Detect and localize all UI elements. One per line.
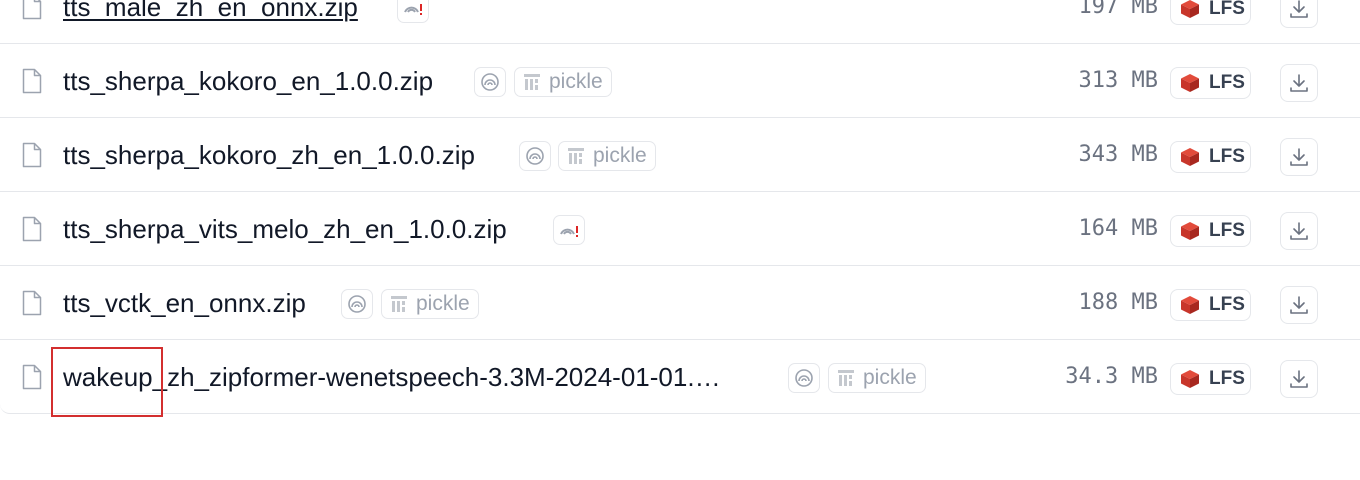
download-button[interactable] — [1280, 138, 1318, 176]
security-scan-icon — [526, 147, 544, 165]
lfs-badge: LFS — [1170, 67, 1251, 99]
pickle-badge[interactable]: pickle — [381, 289, 479, 319]
security-scan-icon — [481, 73, 499, 91]
file-icon — [22, 364, 42, 390]
download-button[interactable] — [1280, 360, 1318, 398]
file-row: tts_sherpa_kokoro_en_1.0.0.zip pickle 31… — [0, 44, 1360, 118]
file-size: 197 MB — [1078, 0, 1158, 19]
pickle-label: pickle — [549, 70, 603, 93]
file-row: tts_male_zh_en_onnx.zip 197 MB LFS — [0, 0, 1360, 44]
pickle-icon — [391, 296, 407, 312]
file-icon — [22, 142, 42, 168]
security-scan-badge[interactable] — [397, 0, 429, 23]
file-list: tts_male_zh_en_onnx.zip 197 MB LFS tts_s… — [0, 0, 1360, 414]
lfs-icon — [1181, 222, 1199, 240]
file-size: 164 MB — [1078, 216, 1158, 241]
download-icon — [1290, 296, 1308, 314]
file-icon — [22, 290, 42, 316]
file-name-link[interactable]: tts_vctk_en_onnx.zip — [63, 286, 306, 320]
file-name-link[interactable]: tts_sherpa_vits_melo_zh_en_1.0.0.zip — [63, 212, 507, 246]
lfs-label: LFS — [1209, 294, 1245, 315]
security-scan-badge[interactable] — [788, 363, 820, 393]
file-name-link[interactable]: tts_sherpa_kokoro_en_1.0.0.zip — [63, 64, 433, 98]
lfs-label: LFS — [1209, 146, 1245, 167]
lfs-badge: LFS — [1170, 289, 1251, 321]
file-row: wakeup_zh_zipformer-wenetspeech-3.3M-202… — [0, 340, 1360, 414]
lfs-badge: LFS — [1170, 0, 1251, 25]
pickle-badge[interactable]: pickle — [514, 67, 612, 97]
pickle-icon — [568, 148, 584, 164]
lfs-icon — [1181, 370, 1199, 388]
security-scan-icon — [795, 369, 813, 387]
security-scan-badge[interactable] — [519, 141, 551, 171]
lfs-icon — [1181, 296, 1199, 314]
file-size: 313 MB — [1078, 68, 1158, 93]
lfs-label: LFS — [1209, 0, 1245, 19]
file-name-link[interactable]: tts_male_zh_en_onnx.zip — [63, 0, 358, 24]
security-scan-badge[interactable] — [474, 67, 506, 97]
lfs-label: LFS — [1209, 220, 1245, 241]
pickle-label: pickle — [593, 144, 647, 167]
pickle-label: pickle — [863, 366, 917, 389]
file-icon — [22, 216, 42, 242]
file-row: tts_sherpa_kokoro_zh_en_1.0.0.zip pickle… — [0, 118, 1360, 192]
pickle-icon — [524, 74, 540, 90]
file-name-link[interactable]: tts_sherpa_kokoro_zh_en_1.0.0.zip — [63, 138, 475, 172]
security-scan-warning-icon — [404, 4, 422, 15]
download-icon — [1290, 370, 1308, 388]
file-name-link[interactable]: wakeup_zh_zipformer-wenetspeech-3.3M-202… — [63, 360, 771, 394]
download-icon — [1290, 222, 1308, 240]
lfs-badge: LFS — [1170, 363, 1251, 395]
security-scan-icon — [348, 295, 366, 313]
download-icon — [1290, 148, 1308, 166]
security-scan-badge[interactable] — [553, 215, 585, 245]
download-button[interactable] — [1280, 212, 1318, 250]
download-button[interactable] — [1280, 64, 1318, 102]
download-button[interactable] — [1280, 286, 1318, 324]
security-scan-badge[interactable] — [341, 289, 373, 319]
lfs-icon — [1181, 0, 1199, 18]
download-icon — [1290, 74, 1308, 92]
pickle-badge[interactable]: pickle — [558, 141, 656, 171]
file-row: tts_sherpa_vits_melo_zh_en_1.0.0.zip 164… — [0, 192, 1360, 266]
file-size: 188 MB — [1078, 290, 1158, 315]
file-size: 343 MB — [1078, 142, 1158, 167]
lfs-badge: LFS — [1170, 141, 1251, 173]
lfs-badge: LFS — [1170, 215, 1251, 247]
pickle-label: pickle — [416, 292, 470, 315]
lfs-label: LFS — [1209, 368, 1245, 389]
file-icon — [22, 68, 42, 94]
lfs-label: LFS — [1209, 72, 1245, 93]
security-scan-warning-icon — [560, 226, 578, 237]
download-icon — [1290, 0, 1308, 18]
download-button[interactable] — [1280, 0, 1318, 28]
file-row: tts_vctk_en_onnx.zip pickle 188 MB LFS — [0, 266, 1360, 340]
file-icon — [22, 0, 42, 20]
lfs-icon — [1181, 74, 1199, 92]
pickle-icon — [838, 370, 854, 386]
lfs-icon — [1181, 148, 1199, 166]
pickle-badge[interactable]: pickle — [828, 363, 926, 393]
file-size: 34.3 MB — [1065, 364, 1158, 389]
